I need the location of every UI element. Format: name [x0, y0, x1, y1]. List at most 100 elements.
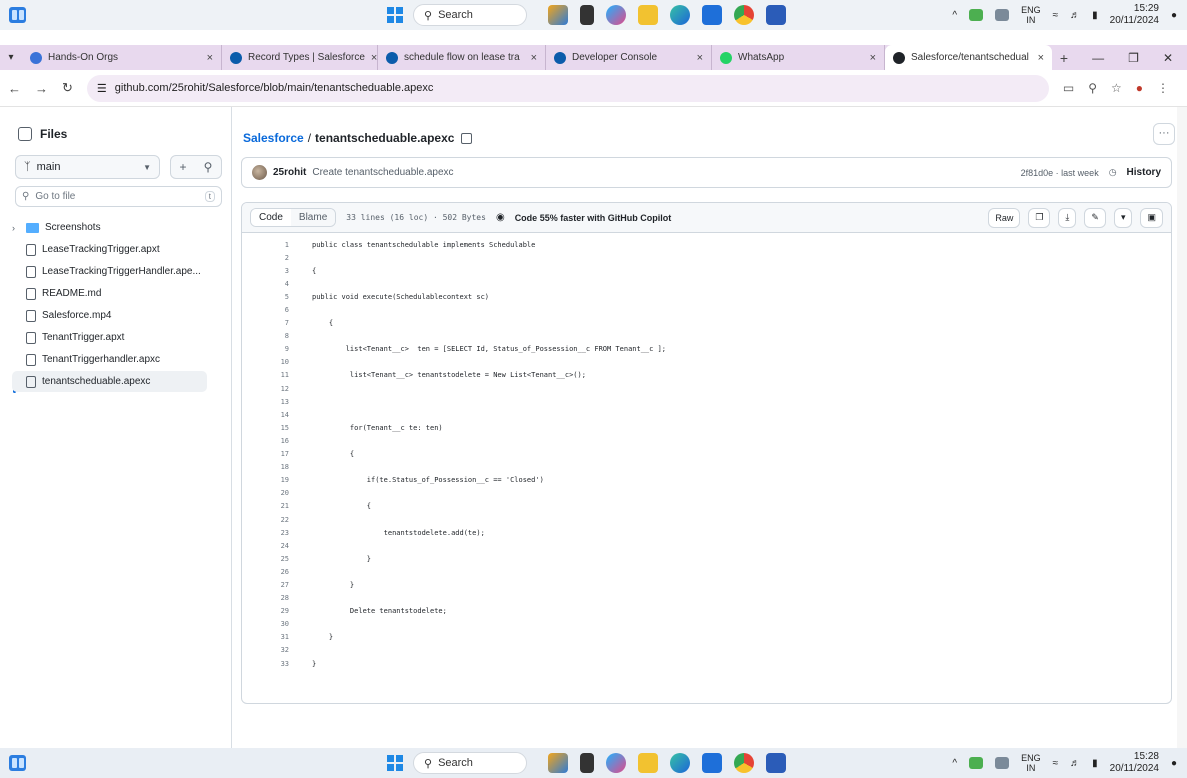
line-number[interactable]: 31 [242, 633, 289, 641]
tree-file[interactable]: README.md [12, 283, 207, 304]
line-number[interactable]: 29 [242, 607, 289, 615]
branch-selector[interactable]: ᛉ main ▼ [15, 155, 160, 179]
copilot-icon[interactable] [548, 5, 568, 25]
line-number[interactable]: 1 [242, 241, 289, 249]
file-explorer-icon[interactable] [580, 753, 594, 773]
line-number[interactable]: 8 [242, 332, 289, 340]
download-icon[interactable]: ⤓ [1058, 207, 1077, 228]
close-tab-icon[interactable]: × [371, 52, 377, 64]
widgets-icon[interactable] [9, 7, 26, 23]
line-number[interactable]: 23 [242, 529, 289, 537]
widgets-icon[interactable] [9, 755, 26, 771]
collapse-sidebar-icon[interactable] [18, 127, 32, 141]
chevron-up-icon[interactable]: ^ [952, 10, 957, 21]
browser-tab[interactable]: WhatsApp × [712, 45, 885, 70]
profile-icon[interactable]: ● [1136, 81, 1143, 95]
add-file-icon[interactable]: + [180, 160, 187, 174]
symbols-panel-icon[interactable]: ▣ [1140, 207, 1163, 228]
history-button[interactable]: History [1127, 167, 1161, 178]
minimize-icon[interactable]: — [1092, 51, 1104, 65]
commit-hash-time[interactable]: 2f81d0e · last week [1021, 168, 1099, 178]
browser-tab[interactable]: Hands-On Orgs × [22, 45, 222, 70]
line-number[interactable]: 18 [242, 463, 289, 471]
zoom-icon[interactable]: ⚲ [1088, 81, 1097, 95]
taskbar-search[interactable]: ⚲ Search [413, 752, 527, 774]
copy-raw-icon[interactable]: ❐ [1028, 207, 1051, 228]
edit-pencil-icon[interactable]: ✎ [1084, 207, 1106, 228]
chrome-icon[interactable] [734, 753, 754, 773]
volume-icon[interactable]: ♬ [1070, 10, 1080, 21]
browser-tab[interactable]: Salesforce/tenantschedual × [885, 45, 1052, 70]
bookmark-star-icon[interactable]: ☆ [1111, 81, 1122, 95]
line-number[interactable]: 19 [242, 476, 289, 484]
close-tab-icon[interactable]: × [697, 52, 703, 64]
word-icon[interactable] [766, 5, 786, 25]
line-number[interactable]: 10 [242, 358, 289, 366]
commit-author[interactable]: 25rohit [273, 167, 306, 178]
tab-code[interactable]: Code [251, 209, 291, 226]
volume-icon[interactable]: ♬ [1070, 758, 1080, 769]
line-number[interactable]: 26 [242, 568, 289, 576]
tab-search-dropdown-icon[interactable]: ▾ [0, 52, 22, 63]
edge-icon[interactable] [670, 753, 690, 773]
more-options-button[interactable]: ··· [1153, 123, 1175, 145]
start-icon[interactable] [387, 7, 403, 23]
line-number[interactable]: 7 [242, 319, 289, 327]
line-number[interactable]: 9 [242, 345, 289, 353]
go-to-file-input[interactable]: ⚲ Go to file t [15, 186, 222, 207]
line-number[interactable]: 32 [242, 646, 289, 654]
line-number[interactable]: 5 [242, 293, 289, 301]
line-number[interactable]: 13 [242, 398, 289, 406]
restore-icon[interactable]: ❐ [1128, 51, 1139, 65]
tree-file[interactable]: TenantTriggerhandler.apxc [12, 349, 207, 370]
tree-file[interactable]: LeaseTrackingTriggerHandler.ape... [12, 261, 207, 282]
edge-icon[interactable] [670, 5, 690, 25]
language-indicator[interactable]: ENG IN [1021, 753, 1041, 773]
close-tab-icon[interactable]: × [1038, 52, 1044, 64]
line-number[interactable]: 17 [242, 450, 289, 458]
page-scrollbar[interactable] [1177, 107, 1187, 748]
battery-icon[interactable]: ▮ [1092, 758, 1098, 769]
forward-icon[interactable]: → [35, 81, 48, 96]
line-number[interactable]: 3 [242, 267, 289, 275]
folder-icon[interactable] [638, 5, 658, 25]
close-tab-icon[interactable]: × [870, 52, 876, 64]
copy-path-icon[interactable] [461, 132, 473, 144]
line-number[interactable]: 22 [242, 516, 289, 524]
tree-file[interactable]: tenantscheduable.apexc [12, 371, 207, 392]
reload-icon[interactable]: ↻ [62, 80, 73, 96]
copilot-promo-link[interactable]: Code 55% faster with GitHub Copilot [515, 213, 672, 223]
site-info-icon[interactable]: ☰ [97, 82, 107, 95]
line-number[interactable]: 27 [242, 581, 289, 589]
chevron-right-icon[interactable]: › [12, 223, 20, 233]
clock[interactable]: 15:28 20/11/2024 [1110, 751, 1159, 775]
copilot-app-icon[interactable] [606, 753, 626, 773]
breadcrumb-repo-link[interactable]: Salesforce [243, 131, 304, 145]
close-tab-icon[interactable]: × [531, 52, 537, 64]
tree-file[interactable]: Salesforce.mp4 [12, 305, 207, 326]
notification-bell-icon[interactable]: ● [1171, 10, 1177, 21]
edit-dropdown-icon[interactable]: ▾ [1113, 207, 1133, 228]
line-number[interactable]: 15 [242, 424, 289, 432]
tray-app-icon[interactable] [969, 757, 984, 769]
tray-copilot-icon[interactable] [995, 9, 1010, 21]
tray-app-icon[interactable] [969, 9, 984, 21]
line-number[interactable]: 33 [242, 660, 289, 668]
address-bar[interactable]: ☰ github.com/25rohit/Salesforce/blob/mai… [86, 74, 1049, 102]
back-icon[interactable]: ← [8, 81, 21, 96]
copilot-app-icon[interactable] [606, 5, 626, 25]
line-number[interactable]: 2 [242, 254, 289, 262]
battery-icon[interactable]: ▮ [1092, 10, 1098, 21]
line-number[interactable]: 11 [242, 371, 289, 379]
install-app-icon[interactable]: ▭ [1063, 81, 1074, 95]
file-explorer-icon[interactable] [580, 5, 594, 25]
line-number[interactable]: 14 [242, 411, 289, 419]
chevron-up-icon[interactable]: ^ [952, 758, 957, 769]
raw-button[interactable]: Raw [988, 207, 1021, 228]
taskbar-search[interactable]: ⚲ Search [413, 4, 527, 26]
new-tab-button[interactable]: + [1052, 50, 1076, 66]
store-icon[interactable] [702, 753, 722, 773]
clock[interactable]: 15:29 20/11/2024 [1110, 3, 1159, 27]
line-number[interactable]: 6 [242, 306, 289, 314]
tree-folder[interactable]: › Screenshots [12, 217, 207, 238]
